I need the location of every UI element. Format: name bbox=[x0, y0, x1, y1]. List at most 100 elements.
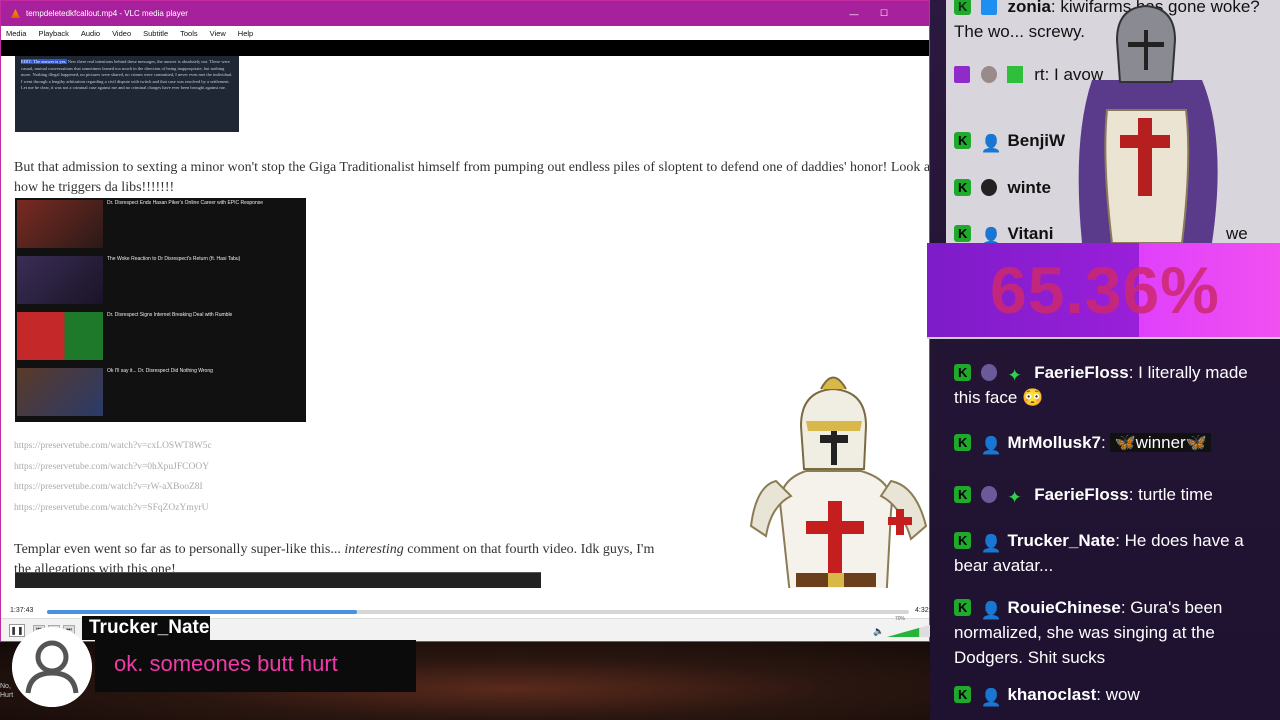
embedded-comment bbox=[15, 572, 541, 588]
menu-tools[interactable]: Tools bbox=[180, 29, 198, 38]
speaker-icon[interactable]: 🔈 bbox=[873, 626, 884, 637]
kick-badge-icon bbox=[954, 599, 971, 616]
window-title: tempdeletedkfcallout.mp4 - VLC media pla… bbox=[26, 9, 188, 18]
kick-badge-icon bbox=[954, 179, 971, 196]
paragraph-1: But that admission to sexting a minor wo… bbox=[14, 160, 929, 195]
close-button[interactable]: ✕ bbox=[899, 1, 929, 26]
archive-link: https://preservetube.com/watch?v=cxLOSWT… bbox=[14, 441, 212, 451]
sparkle-icon: ✦ bbox=[1007, 488, 1022, 507]
left-edge-text: No, Hurt bbox=[0, 682, 13, 700]
kick-badge-icon bbox=[954, 532, 971, 549]
chat-username[interactable]: FaerieFloss bbox=[1034, 363, 1129, 382]
kick-badge-icon bbox=[954, 686, 971, 703]
paragraph-2-b: comment on that fourth video. Idk guys, … bbox=[407, 542, 655, 557]
seek-bar-fill bbox=[47, 610, 358, 614]
menu-view[interactable]: View bbox=[210, 29, 226, 38]
minimize-button[interactable]: — bbox=[839, 1, 869, 26]
person-icon: 👤 bbox=[980, 688, 1002, 707]
vlc-titlebar[interactable]: tempdeletedkfcallout.mp4 - VLC media pla… bbox=[1, 1, 929, 26]
video-area[interactable]: EDIT: The answer is yes. New there real … bbox=[1, 40, 929, 588]
tts-username: Trucker_Nate bbox=[82, 616, 210, 640]
avatar-icon bbox=[980, 364, 997, 381]
video-title: Dr. Disrespect Ends Hasan Piker's Online… bbox=[107, 200, 264, 206]
chat-username[interactable]: BenjiW bbox=[1007, 131, 1065, 150]
kick-badge-icon bbox=[954, 364, 971, 381]
chat-message: 👤 khanoclast: wow bbox=[954, 682, 1274, 707]
person-icon: 👤 bbox=[980, 601, 1002, 620]
kick-badge-icon bbox=[954, 486, 971, 503]
person-icon: 👤 bbox=[980, 534, 1002, 553]
video-thumbnail bbox=[17, 312, 103, 360]
kick-badge-icon bbox=[954, 434, 971, 451]
volume-slider[interactable] bbox=[887, 624, 933, 637]
maximize-button[interactable]: ☐ bbox=[869, 1, 899, 26]
chat-message: 👤 MrMollusk7: 🦋winner🦋 bbox=[954, 430, 1274, 455]
chat-text: wow bbox=[1105, 685, 1140, 704]
chat-username[interactable]: RouieChinese bbox=[1007, 598, 1120, 617]
menu-audio[interactable]: Audio bbox=[81, 29, 100, 38]
pause-button[interactable]: ❚❚ bbox=[9, 624, 25, 637]
archive-link: https://preservetube.com/watch?v=0hXpuJF… bbox=[14, 461, 210, 472]
chat-message: 👤 RouieChinese: Gura's been normalized, … bbox=[954, 595, 1274, 670]
chat-text: turtle time bbox=[1138, 485, 1213, 504]
archive-link: https://preservetube.com/watch?v=SFqZOzY… bbox=[14, 502, 209, 513]
menu-video[interactable]: Video bbox=[112, 29, 131, 38]
chat-username[interactable]: zonia bbox=[1007, 0, 1050, 16]
chat-username[interactable]: winte bbox=[1007, 178, 1050, 197]
chat-text: : bbox=[1050, 0, 1061, 16]
statement-highlight: EDIT: The answer is yes. bbox=[21, 59, 67, 64]
chat-text: 🦋winner🦋 bbox=[1110, 433, 1211, 452]
video-list-item: Dr. Disrespect Ends Hasan Piker's Online… bbox=[15, 198, 306, 254]
vlc-cone-icon bbox=[11, 9, 20, 18]
stream-overlay: { "vlc": { "title": "tempdeletedkfcallou… bbox=[0, 0, 1280, 720]
chat-text: : bbox=[1115, 531, 1125, 550]
time-elapsed: 1:37:43 bbox=[10, 607, 34, 614]
video-title: Dr. Disrespect Signs Internet Breaking D… bbox=[107, 312, 233, 318]
tts-message: ok. someones butt hurt bbox=[114, 651, 338, 676]
tts-avatar bbox=[12, 627, 92, 707]
video-document-page: EDIT: The answer is yes. New there real … bbox=[1, 56, 929, 588]
chat-message: ✦ FaerieFloss: turtle time bbox=[954, 482, 1274, 507]
sparkle-icon: ✦ bbox=[1007, 366, 1022, 385]
paragraph-2-italic: interesting bbox=[344, 542, 404, 557]
archive-link: https://preservetube.com/watch?v=rW-aXBo… bbox=[14, 482, 203, 492]
sword-badge-icon bbox=[1007, 66, 1024, 83]
avatar-icon bbox=[980, 486, 997, 503]
chat-username[interactable]: FaerieFloss bbox=[1034, 485, 1129, 504]
menu-playback[interactable]: Playback bbox=[38, 29, 68, 38]
kick-badge-icon bbox=[954, 132, 971, 149]
chat-username[interactable]: Trucker_Nate bbox=[1007, 531, 1115, 550]
percent-text: 65.36% bbox=[990, 253, 1220, 327]
knight-avatar-image bbox=[749, 376, 928, 588]
volume-percent: 70% bbox=[895, 616, 906, 622]
avatar-icon bbox=[980, 179, 997, 196]
paragraph-2-a: Templar even went so far as to personall… bbox=[14, 542, 341, 557]
chat-username[interactable]: MrMollusk7 bbox=[1007, 433, 1101, 452]
twitch-badge-icon bbox=[954, 66, 970, 83]
seek-bar[interactable] bbox=[47, 610, 909, 614]
video-thumbnail bbox=[17, 200, 103, 248]
person-icon: 👤 bbox=[980, 134, 1002, 153]
menu-subtitle[interactable]: Subtitle bbox=[143, 29, 168, 38]
avatar-icon bbox=[980, 66, 997, 83]
chat-username[interactable]: Vitani bbox=[1007, 224, 1053, 243]
kick-badge-icon bbox=[954, 0, 971, 15]
chat-message: 👤 Trucker_Nate: He does have a bear avat… bbox=[954, 528, 1274, 578]
menu-help[interactable]: Help bbox=[238, 29, 253, 38]
link-list: https://preservetube.com/watch?v=cxLOSWT… bbox=[14, 436, 212, 518]
menu-media[interactable]: Media bbox=[6, 29, 26, 38]
video-list-item: Dr. Disrespect Signs Internet Breaking D… bbox=[15, 310, 306, 366]
chat-text: : bbox=[1128, 363, 1139, 382]
video-list-screenshot: Dr. Disrespect Ends Hasan Piker's Online… bbox=[15, 198, 306, 422]
chat-text: : bbox=[1128, 485, 1139, 504]
chat-text: : bbox=[1096, 685, 1106, 704]
left-edge-line: Hurt bbox=[0, 692, 14, 699]
user-silhouette-icon bbox=[12, 627, 92, 707]
statement-screenshot: EDIT: The answer is yes. New there real … bbox=[15, 56, 239, 132]
chat-username[interactable]: khanoclast bbox=[1007, 685, 1096, 704]
video-thumbnail bbox=[17, 368, 103, 416]
kick-badge-icon bbox=[954, 225, 971, 242]
vlc-window: tempdeletedkfcallout.mp4 - VLC media pla… bbox=[0, 0, 934, 642]
person-icon: 👤 bbox=[980, 436, 1002, 455]
chat-text: : bbox=[1120, 598, 1131, 617]
